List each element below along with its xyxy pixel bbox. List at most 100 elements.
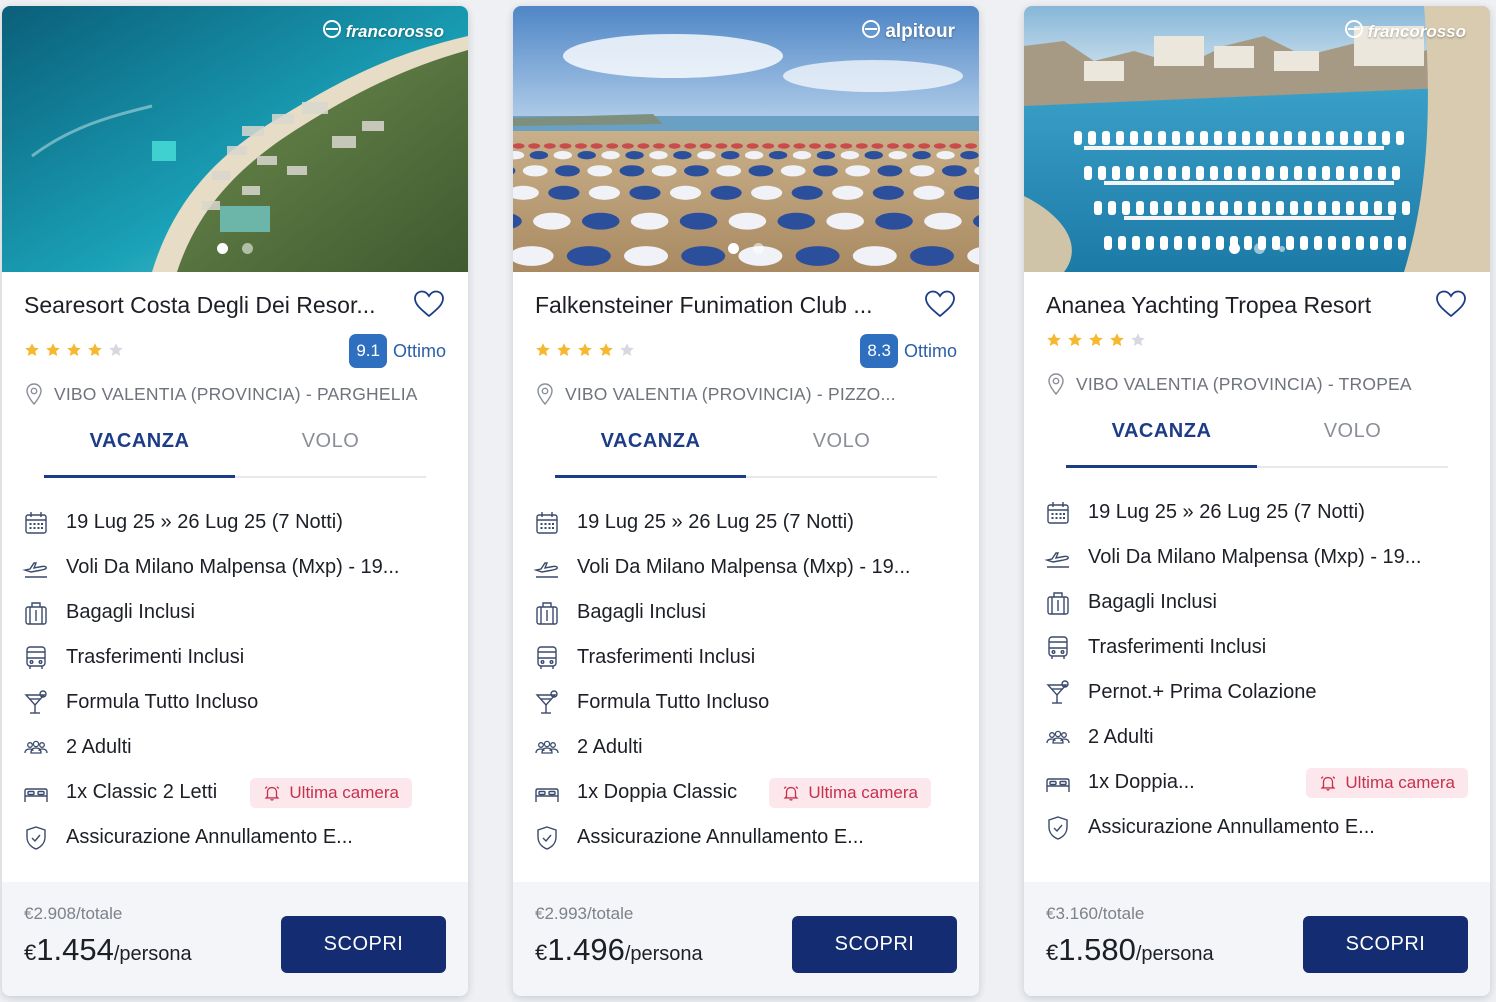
total-unit: /totale xyxy=(1098,904,1145,923)
feature-item: Pernot.+ Prima Colazione xyxy=(1024,670,1490,715)
feature-text: Bagagli Inclusi xyxy=(1088,591,1217,613)
results-grid: francorosso Searesort Costa Degli Dei Res… xyxy=(0,0,1496,1002)
product-tabs: VACANZA VOLO xyxy=(1066,406,1448,468)
score-badge: 9.1 xyxy=(349,334,387,368)
star-filled-icon xyxy=(87,342,103,363)
total-unit: /totale xyxy=(587,904,634,923)
per-person-amount: 1.496 xyxy=(547,932,625,967)
badge-text: Ultima camera xyxy=(1345,772,1455,792)
feature-text: 19 Lug 25 » 26 Lug 25 (7 Notti) xyxy=(66,511,343,533)
feature-text: 1x Classic 2 Letti xyxy=(66,781,218,803)
review-score[interactable]: 9.1 Ottimo xyxy=(349,334,446,368)
hotel-card[interactable]: francorosso Searesort Costa Degli Dei Res… xyxy=(2,6,468,996)
per-person-price: €1.496/persona xyxy=(535,932,703,968)
luggage-icon xyxy=(533,599,561,627)
feature-text: Voli Da Milano Malpensa (Mxp) - 19... xyxy=(66,556,400,578)
tab-vacanza[interactable]: VACANZA xyxy=(44,416,235,478)
luggage-icon xyxy=(22,599,50,627)
review-score[interactable]: 8.3 Ottimo xyxy=(860,334,957,368)
discover-button[interactable]: SCOPRI xyxy=(281,916,446,973)
hotel-photo-carousel[interactable]: francorosso xyxy=(2,6,468,272)
location-pin-icon xyxy=(24,382,44,406)
discover-button[interactable]: SCOPRI xyxy=(1303,916,1468,973)
bed-icon xyxy=(533,779,561,807)
bus-icon xyxy=(1044,634,1072,662)
per-person-unit: /persona xyxy=(1135,943,1214,965)
tab-vacanza[interactable]: VACANZA xyxy=(1066,406,1257,468)
carousel-dot[interactable] xyxy=(1254,243,1265,254)
discover-button[interactable]: SCOPRI xyxy=(792,916,957,973)
carousel-dot[interactable] xyxy=(1279,245,1285,252)
carousel-dot[interactable] xyxy=(1229,243,1240,254)
operator-logo-icon xyxy=(1344,20,1363,43)
total-unit: /totale xyxy=(76,904,123,923)
star-empty-icon xyxy=(108,342,124,363)
location-row: VIBO VALENTIA (PROVINCIA) - PARGHELIA xyxy=(2,372,468,416)
hotel-name[interactable]: Falkensteiner Funimation Club ... xyxy=(535,292,903,319)
feature-item: Assicurazione Annullamento E... xyxy=(513,815,979,860)
star-filled-icon xyxy=(577,342,593,363)
feature-item: Assicurazione Annullamento E... xyxy=(1024,805,1490,850)
feature-text: 1x Doppia Classic xyxy=(577,781,738,803)
operator-logo: francorosso xyxy=(322,20,444,43)
tab-vacanza[interactable]: VACANZA xyxy=(555,416,746,478)
hotel-name[interactable]: Searesort Costa Degli Dei Resor... xyxy=(24,292,392,319)
currency-symbol: € xyxy=(24,940,37,965)
tab-volo[interactable]: VOLO xyxy=(235,416,426,476)
carousel-dots xyxy=(2,243,468,254)
feature-text: Trasferimenti Inclusi xyxy=(66,646,245,668)
hotel-photo-carousel[interactable]: francorosso xyxy=(1024,6,1490,272)
feature-item: Bagagli Inclusi xyxy=(2,590,468,635)
feature-item: Assicurazione Annullamento E... xyxy=(2,815,468,860)
operator-logo: francorosso xyxy=(1344,20,1466,43)
carousel-dot[interactable] xyxy=(242,243,253,254)
product-tabs: VACANZA VOLO xyxy=(555,416,937,478)
feature-text: Pernot.+ Prima Colazione xyxy=(1088,681,1317,703)
carousel-dot[interactable] xyxy=(728,243,739,254)
feature-text: Formula Tutto Incluso xyxy=(577,691,770,713)
total-amount: €2.908 xyxy=(24,904,76,923)
feature-text: Trasferimenti Inclusi xyxy=(577,646,756,668)
product-tabs: VACANZA VOLO xyxy=(44,416,426,478)
alarm-bell-icon xyxy=(1319,774,1337,792)
cocktail-icon xyxy=(22,689,50,717)
favorite-heart-icon[interactable] xyxy=(1434,288,1468,320)
feature-list: 19 Lug 25 » 26 Lug 25 (7 Notti) Voli Da M… xyxy=(1024,468,1490,850)
favorite-heart-icon[interactable] xyxy=(923,288,957,320)
bus-icon xyxy=(533,644,561,672)
favorite-heart-icon[interactable] xyxy=(412,288,446,320)
feature-item: 2 Adulti xyxy=(2,725,468,770)
carousel-dot[interactable] xyxy=(217,243,228,254)
hotel-card[interactable]: alpitour Falkensteiner Funimation Club ..… xyxy=(513,6,979,996)
star-filled-icon xyxy=(45,342,61,363)
star-filled-icon xyxy=(1067,332,1083,353)
operator-logo-text: alpitour xyxy=(885,21,955,42)
feature-text: Voli Da Milano Malpensa (Mxp) - 19... xyxy=(1088,546,1422,568)
feature-text: Assicurazione Annullamento E... xyxy=(1088,816,1375,838)
feature-list: 19 Lug 25 » 26 Lug 25 (7 Notti) Voli Da M… xyxy=(513,478,979,860)
carousel-dot[interactable] xyxy=(753,243,764,254)
hotel-name[interactable]: Ananea Yachting Tropea Resort xyxy=(1046,292,1414,319)
feature-item: 1x Classic 2 Letti Ultima camera xyxy=(2,770,468,815)
currency-symbol: € xyxy=(1046,940,1059,965)
star-filled-icon xyxy=(1046,332,1062,353)
operator-logo-icon xyxy=(862,20,881,44)
tab-volo[interactable]: VOLO xyxy=(1257,406,1448,466)
score-label: Ottimo xyxy=(903,340,957,361)
operator-logo: alpitour xyxy=(862,20,955,44)
bed-icon xyxy=(1044,769,1072,797)
calendar-icon xyxy=(1044,499,1072,527)
star-empty-icon xyxy=(1130,332,1146,353)
feature-text: Assicurazione Annullamento E... xyxy=(577,826,864,848)
score-label: Ottimo xyxy=(392,340,446,361)
hotel-photo-carousel[interactable]: alpitour xyxy=(513,6,979,272)
tab-volo[interactable]: VOLO xyxy=(746,416,937,476)
star-filled-icon xyxy=(24,342,40,363)
location-pin-icon xyxy=(1046,372,1066,396)
title-row: Falkensteiner Funimation Club ... xyxy=(513,272,979,332)
per-person-unit: /persona xyxy=(624,943,703,965)
hotel-card[interactable]: francorosso Ananea Yachting Tropea Resort… xyxy=(1024,6,1490,996)
feature-text: Formula Tutto Incluso xyxy=(66,691,259,713)
badge-text: Ultima camera xyxy=(289,782,399,802)
alarm-bell-icon xyxy=(263,784,281,802)
